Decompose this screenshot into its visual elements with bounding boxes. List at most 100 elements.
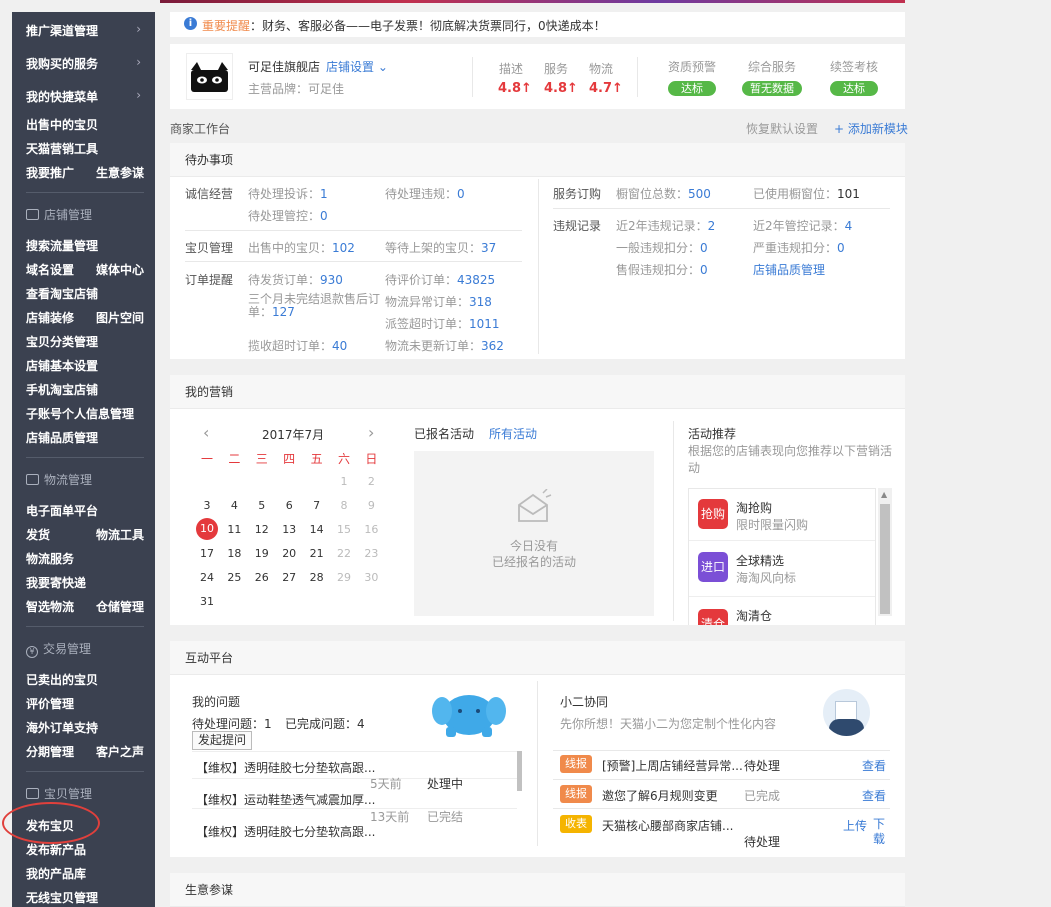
todo-refund[interactable]: 三个月未完结退款售后订单：127 [248, 293, 381, 319]
todo-window-used[interactable]: 已使用橱窗位：101 [753, 185, 860, 202]
sidebar-item-images[interactable]: 图片空间 [96, 309, 144, 326]
sidebar-item-domain[interactable]: 域名设置 [26, 261, 74, 278]
calendar-prev-button[interactable]: ‹ [203, 423, 209, 442]
calendar-day[interactable]: 31 [196, 595, 218, 608]
sidebar-item-smart-logistics[interactable]: 智选物流 [26, 598, 74, 615]
sidebar-item-ship[interactable]: 发货 [26, 526, 50, 543]
calendar-day[interactable]: 3 [196, 499, 218, 512]
calendar-day[interactable]: 26 [251, 571, 273, 584]
scroll-up-icon[interactable]: ▲ [881, 490, 887, 499]
status-badge[interactable]: 达标 [668, 81, 716, 96]
task-text[interactable]: [预警]上周店铺经营异常... [602, 757, 743, 774]
calendar-day[interactable]: 11 [223, 523, 245, 536]
sidebar-item-waybill[interactable]: 电子面单平台 [26, 502, 98, 519]
calendar-day[interactable]: 25 [223, 571, 245, 584]
calendar-day-today[interactable]: 10 [196, 518, 218, 540]
calendar-day[interactable]: 8 [333, 499, 355, 512]
sidebar-item-store-quality[interactable]: 店铺品质管理 [26, 429, 98, 446]
sidebar-item-services[interactable]: 我购买的服务 [26, 55, 98, 72]
calendar-day[interactable]: 12 [251, 523, 273, 536]
sidebar-item-basic-settings[interactable]: 店铺基本设置 [26, 357, 98, 374]
sidebar-item-category[interactable]: 宝贝分类管理 [26, 333, 98, 350]
todo-v2y[interactable]: 近2年违规记录：2 [616, 217, 715, 234]
scrollbar-thumb[interactable] [880, 504, 890, 614]
sidebar-item-subaccount[interactable]: 子账号个人信息管理 [26, 405, 134, 422]
sidebar-item-installment[interactable]: 分期管理 [26, 743, 74, 760]
upload-button[interactable]: 上传 [843, 817, 867, 834]
todo-review[interactable]: 待评价订单：43825 [385, 271, 495, 288]
todo-serious[interactable]: 严重违规扣分：0 [753, 239, 845, 256]
todo-timeout[interactable]: 派签超时订单：1011 [385, 315, 500, 332]
todo-window-total[interactable]: 橱窗位总数：500 [616, 185, 711, 202]
calendar-day[interactable]: 27 [278, 571, 300, 584]
sidebar-item-media[interactable]: 媒体中心 [96, 261, 144, 278]
todo-fake[interactable]: 售假违规扣分：0 [616, 261, 708, 278]
calendar-day[interactable]: 13 [278, 523, 300, 536]
calendar-day[interactable]: 20 [278, 547, 300, 560]
todo-abnormal[interactable]: 物流异常订单：318 [385, 293, 492, 310]
restore-default-link[interactable]: 恢复默认设置 [746, 120, 818, 137]
calendar-next-button[interactable]: › [368, 423, 374, 442]
calendar-day[interactable]: 19 [251, 547, 273, 560]
scrollbar[interactable]: ▲ [878, 488, 892, 616]
ask-question-button[interactable]: 发起提问 [192, 731, 253, 750]
todo-violations[interactable]: 待处理违规：0 [385, 185, 465, 202]
download-button[interactable]: 下载 [873, 817, 887, 847]
view-task-button[interactable]: 查看 [862, 787, 886, 804]
sidebar-item-decor[interactable]: 店铺装修 [26, 309, 74, 326]
calendar-day[interactable]: 24 [196, 571, 218, 584]
notice-text[interactable]: 重要提醒：财务、客服必备——电子发票！彻底解决货票同行，0快递成本！ [202, 17, 606, 34]
calendar-day[interactable]: 16 [360, 523, 382, 536]
status-badge[interactable]: 暂无数据 [742, 81, 802, 96]
sidebar-item-search-traffic[interactable]: 搜索流量管理 [26, 237, 98, 254]
list-item[interactable]: 清仓 淘清仓 [689, 598, 875, 625]
list-item[interactable]: 进口 全球精选 海淘风向标 [689, 542, 875, 597]
calendar-day[interactable]: 14 [306, 523, 328, 536]
list-item[interactable]: 抢购 淘抢购 限时限量闪购 [689, 489, 875, 541]
todo-ship[interactable]: 待发货订单：930 [248, 271, 343, 288]
todo-noupdate[interactable]: 物流未更新订单：362 [385, 337, 504, 354]
all-activities-link[interactable]: 所有活动 [489, 425, 537, 442]
sidebar-item-promote[interactable]: 我要推广 [26, 164, 74, 181]
calendar-day[interactable]: 4 [223, 499, 245, 512]
sidebar-item-selling[interactable]: 出售中的宝贝 [26, 116, 98, 133]
store-quality-link[interactable]: 店铺品质管理 [753, 261, 825, 278]
sidebar-item-promo-channel[interactable]: 推广渠道管理 [26, 22, 98, 39]
scrollbar-thumb[interactable] [517, 751, 522, 791]
add-module-link[interactable]: + 添加新模块 [834, 120, 908, 137]
task-text[interactable]: 邀您了解6月规则变更 [602, 787, 718, 804]
calendar-day[interactable]: 1 [333, 475, 355, 488]
sidebar-item-mobile-items[interactable]: 无线宝贝管理 [26, 889, 98, 906]
calendar-day[interactable]: 21 [306, 547, 328, 560]
status-badge[interactable]: 达标 [830, 81, 878, 96]
calendar-day[interactable]: 23 [360, 547, 382, 560]
calendar-day[interactable]: 17 [196, 547, 218, 560]
sidebar-item-view-store[interactable]: 查看淘宝店铺 [26, 285, 98, 302]
sidebar-item-mobile-store[interactable]: 手机淘宝店铺 [26, 381, 98, 398]
sidebar-item-customer-voice[interactable]: 客户之声 [96, 743, 144, 760]
calendar-day[interactable]: 29 [333, 571, 355, 584]
calendar-day[interactable]: 30 [360, 571, 382, 584]
sidebar-item-product-library[interactable]: 我的产品库 [26, 865, 86, 882]
calendar-day[interactable]: 5 [251, 499, 273, 512]
calendar-day[interactable]: 2 [360, 475, 382, 488]
sidebar-item-shortcuts[interactable]: 我的快捷菜单 [26, 88, 98, 105]
sidebar-item-sold[interactable]: 已卖出的宝贝 [26, 671, 98, 688]
sidebar-item-tmall-tools[interactable]: 天猫营销工具 [26, 140, 98, 157]
sidebar-item-warehouse[interactable]: 仓储管理 [96, 598, 144, 615]
todo-waiting[interactable]: 等待上架的宝贝：37 [385, 239, 496, 256]
sidebar-item-express[interactable]: 我要寄快递 [26, 574, 86, 591]
calendar-day[interactable]: 18 [223, 547, 245, 560]
list-item[interactable]: 【维权】透明硅胶七分垫软高跟... [192, 751, 517, 779]
calendar-day[interactable]: 7 [306, 499, 328, 512]
sidebar-item-biz-advisor[interactable]: 生意参谋 [96, 164, 144, 181]
store-settings-link[interactable]: 店铺设置 ⌄ [326, 58, 388, 75]
sidebar-item-overseas[interactable]: 海外订单支持 [26, 719, 98, 736]
sidebar-item-logistics-service[interactable]: 物流服务 [26, 550, 74, 567]
view-task-button[interactable]: 查看 [862, 757, 886, 774]
calendar-day[interactable]: 15 [333, 523, 355, 536]
todo-c2y[interactable]: 近2年管控记录：4 [753, 217, 852, 234]
todo-general[interactable]: 一般违规扣分：0 [616, 239, 708, 256]
calendar-day[interactable]: 22 [333, 547, 355, 560]
list-item[interactable]: 【维权】运动鞋垫透气减震加厚... [192, 781, 517, 809]
